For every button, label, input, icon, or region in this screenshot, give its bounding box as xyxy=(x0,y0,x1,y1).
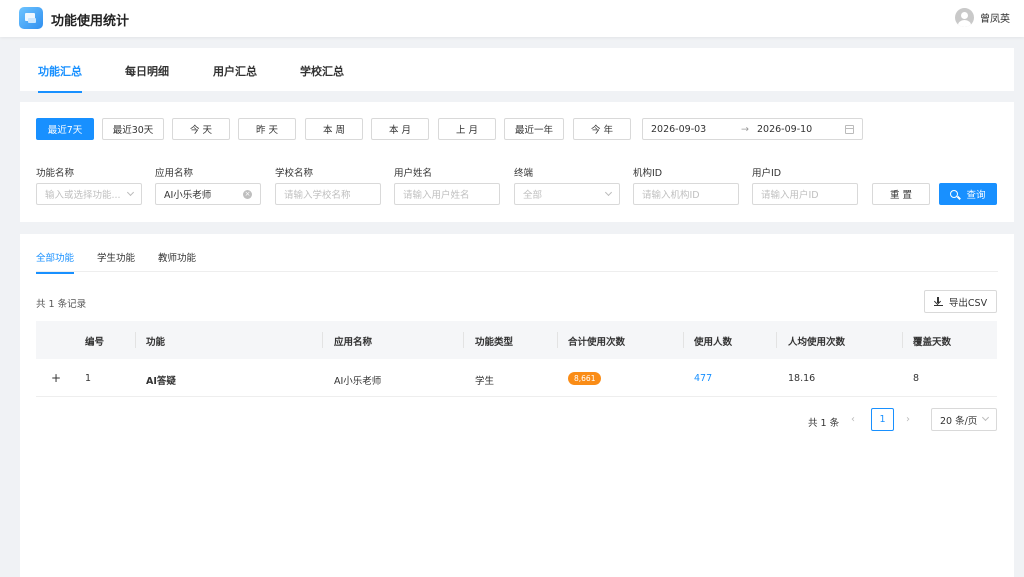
cell-id: 1 xyxy=(85,373,92,384)
cell-users-link[interactable]: 477 xyxy=(694,373,712,384)
app-select[interactable]: AI小乐老师 × xyxy=(155,183,261,205)
terminal-select[interactable]: 全部 xyxy=(514,183,620,205)
filter-label-app: 应用名称 xyxy=(155,168,194,179)
cell-feature: AI答疑 xyxy=(146,376,176,387)
column-header-feature[interactable]: 功能 xyxy=(146,334,165,348)
column-divider xyxy=(135,332,136,348)
search-icon xyxy=(950,190,959,198)
clear-icon[interactable]: × xyxy=(243,190,252,199)
export-csv-button[interactable]: 导出CSV xyxy=(924,290,997,313)
tab-all-features[interactable]: 全部功能 xyxy=(36,250,75,274)
app-title: 功能使用统计 xyxy=(51,14,130,29)
page-number-button[interactable]: 1 xyxy=(871,408,894,431)
range-this-month-button[interactable]: 本 月 xyxy=(371,118,429,140)
feature-select-placeholder: 输入或选择功能... xyxy=(45,190,121,201)
download-icon xyxy=(933,297,943,306)
range-today-button[interactable]: 今 天 xyxy=(172,118,230,140)
column-header-total[interactable]: 合计使用次数 xyxy=(568,334,625,348)
school-name-input[interactable]: 请输入学校名称 xyxy=(275,183,381,205)
search-button[interactable]: 查询 xyxy=(939,183,997,205)
column-divider xyxy=(776,332,777,348)
date-end: 2026-09-10 xyxy=(757,124,813,135)
chevron-down-icon xyxy=(126,188,135,197)
date-start: 2026-09-03 xyxy=(651,124,707,135)
range-last-7-days-button[interactable]: 最近7天 xyxy=(36,118,94,140)
range-this-year-button[interactable]: 今 年 xyxy=(573,118,631,140)
main-tabs-card: 功能汇总 每日明细 用户汇总 学校汇总 xyxy=(20,48,1014,93)
range-last-month-button[interactable]: 上 月 xyxy=(438,118,496,140)
date-range-arrow-icon: → xyxy=(741,124,749,135)
chevron-down-icon xyxy=(981,413,990,422)
prev-page-icon[interactable]: ‹ xyxy=(851,414,855,425)
filter-label-feature: 功能名称 xyxy=(36,168,75,179)
page-size-value: 20 条/页 xyxy=(940,415,978,427)
column-divider xyxy=(902,332,903,348)
app-logo-icon xyxy=(19,7,43,29)
column-divider xyxy=(322,332,323,348)
search-button-label: 查询 xyxy=(966,190,986,201)
range-last-year-button[interactable]: 最近一年 xyxy=(504,118,564,140)
tab-feature-summary[interactable]: 功能汇总 xyxy=(38,63,82,93)
tab-school-summary[interactable]: 学校汇总 xyxy=(300,63,344,79)
school-name-placeholder: 请输入学校名称 xyxy=(284,190,351,201)
avatar-icon[interactable] xyxy=(955,8,974,27)
export-csv-label: 导出CSV xyxy=(948,297,988,309)
cell-app: AI小乐老师 xyxy=(334,376,382,387)
filter-label-school: 学校名称 xyxy=(275,168,314,179)
chevron-down-icon xyxy=(604,188,613,197)
column-header-app[interactable]: 应用名称 xyxy=(334,334,372,348)
filter-label-user-name: 用户姓名 xyxy=(394,168,433,179)
user-menu[interactable]: 曾凤英 xyxy=(955,8,1010,27)
tabs-divider xyxy=(36,271,998,272)
table-row[interactable]: + 1 AI答疑 AI小乐老师 学生 8,661 477 18.16 8 xyxy=(36,359,997,397)
filter-label-org-id: 机构ID xyxy=(633,168,663,179)
filter-label-user-id: 用户ID xyxy=(752,168,782,179)
column-header-id[interactable]: 编号 xyxy=(85,334,104,348)
tab-user-summary[interactable]: 用户汇总 xyxy=(213,63,257,79)
column-header-days[interactable]: 覆盖天数 xyxy=(913,334,951,348)
range-this-week-button[interactable]: 本 周 xyxy=(305,118,363,140)
cell-avg: 18.16 xyxy=(788,373,816,384)
user-id-input[interactable]: 请输入用户ID xyxy=(752,183,858,205)
next-page-icon[interactable]: › xyxy=(906,414,910,425)
app-select-value: AI小乐老师 xyxy=(164,190,212,201)
cell-days: 8 xyxy=(913,373,920,384)
calendar-icon xyxy=(845,125,854,134)
total-count-badge: 8,661 xyxy=(568,372,602,385)
column-divider xyxy=(683,332,684,348)
results-panel: 全部功能 学生功能 教师功能 共 1 条记录 导出CSV 编号 功能 应用名称 … xyxy=(20,234,1014,577)
column-header-type[interactable]: 功能类型 xyxy=(475,334,513,348)
range-yesterday-button[interactable]: 昨 天 xyxy=(238,118,296,140)
column-header-avg[interactable]: 人均使用次数 xyxy=(788,334,845,348)
range-last-30-days-button[interactable]: 最近30天 xyxy=(102,118,164,140)
reset-button[interactable]: 重 置 xyxy=(872,183,930,205)
tab-teacher-features[interactable]: 教师功能 xyxy=(158,250,196,264)
tab-student-features[interactable]: 学生功能 xyxy=(97,250,135,264)
pagination-total: 共 1 条 xyxy=(808,418,840,429)
expand-row-icon[interactable]: + xyxy=(51,371,61,385)
cell-type: 学生 xyxy=(475,376,495,387)
terminal-select-placeholder: 全部 xyxy=(523,190,543,201)
user-id-placeholder: 请输入用户ID xyxy=(761,190,819,201)
filter-label-terminal: 终端 xyxy=(514,168,534,179)
user-name[interactable]: 曾凤英 xyxy=(980,10,1010,25)
tab-daily-detail[interactable]: 每日明细 xyxy=(125,63,169,79)
date-range-picker[interactable]: 2026-09-03 → 2026-09-10 xyxy=(642,118,863,140)
column-divider xyxy=(557,332,558,348)
feature-select[interactable]: 输入或选择功能... xyxy=(36,183,142,205)
filter-panel: 最近7天 最近30天 今 天 昨 天 本 周 本 月 上 月 最近一年 今 年 … xyxy=(20,102,1014,222)
org-id-input[interactable]: 请输入机构ID xyxy=(633,183,739,205)
user-name-placeholder: 请输入用户姓名 xyxy=(403,190,470,201)
org-id-placeholder: 请输入机构ID xyxy=(642,190,700,201)
column-header-users[interactable]: 使用人数 xyxy=(694,334,732,348)
top-bar: 功能使用统计 曾凤英 xyxy=(0,0,1024,37)
user-name-input[interactable]: 请输入用户姓名 xyxy=(394,183,500,205)
column-divider xyxy=(463,332,464,348)
page-size-select[interactable]: 20 条/页 xyxy=(931,408,997,431)
table-header: 编号 功能 应用名称 功能类型 合计使用次数 使用人数 人均使用次数 覆盖天数 xyxy=(36,321,997,359)
record-count: 共 1 条记录 xyxy=(36,299,87,310)
